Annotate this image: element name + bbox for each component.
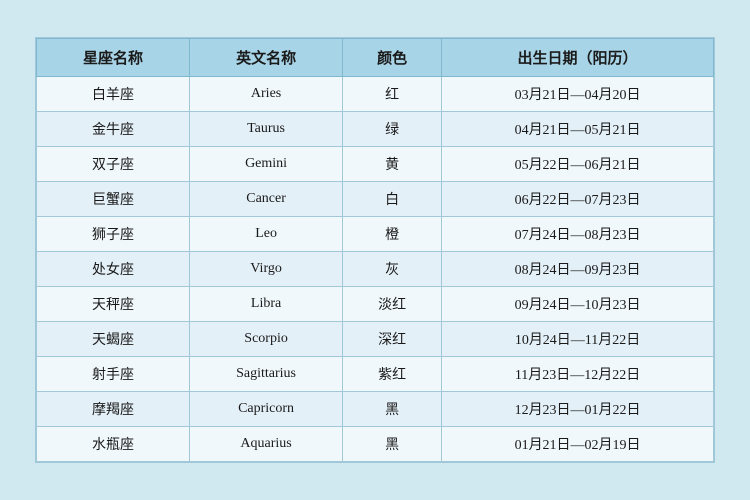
cell-english-name: Capricorn: [190, 392, 343, 427]
cell-dates: 11月23日—12月22日: [442, 357, 714, 392]
table-row: 天蝎座Scorpio深红10月24日—11月22日: [37, 322, 714, 357]
cell-english-name: Aquarius: [190, 427, 343, 462]
table-row: 巨蟹座Cancer白06月22日—07月23日: [37, 182, 714, 217]
table-row: 处女座Virgo灰08月24日—09月23日: [37, 252, 714, 287]
cell-color: 紫红: [343, 357, 442, 392]
table-row: 水瓶座Aquarius黑01月21日—02月19日: [37, 427, 714, 462]
col-header-dates: 出生日期（阳历）: [442, 39, 714, 77]
cell-chinese-name: 天秤座: [37, 287, 190, 322]
cell-chinese-name: 处女座: [37, 252, 190, 287]
cell-chinese-name: 射手座: [37, 357, 190, 392]
cell-color: 灰: [343, 252, 442, 287]
zodiac-table-container: 星座名称 英文名称 颜色 出生日期（阳历） 白羊座Aries红03月21日—04…: [35, 37, 715, 463]
cell-color: 白: [343, 182, 442, 217]
col-header-english: 英文名称: [190, 39, 343, 77]
cell-chinese-name: 巨蟹座: [37, 182, 190, 217]
cell-chinese-name: 天蝎座: [37, 322, 190, 357]
cell-dates: 03月21日—04月20日: [442, 77, 714, 112]
cell-dates: 07月24日—08月23日: [442, 217, 714, 252]
cell-color: 黑: [343, 427, 442, 462]
cell-color: 绿: [343, 112, 442, 147]
cell-chinese-name: 摩羯座: [37, 392, 190, 427]
table-row: 双子座Gemini黄05月22日—06月21日: [37, 147, 714, 182]
cell-english-name: Virgo: [190, 252, 343, 287]
cell-color: 黄: [343, 147, 442, 182]
cell-dates: 09月24日—10月23日: [442, 287, 714, 322]
col-header-color: 颜色: [343, 39, 442, 77]
cell-english-name: Aries: [190, 77, 343, 112]
table-header-row: 星座名称 英文名称 颜色 出生日期（阳历）: [37, 39, 714, 77]
cell-color: 淡红: [343, 287, 442, 322]
cell-chinese-name: 水瓶座: [37, 427, 190, 462]
table-row: 摩羯座Capricorn黑12月23日—01月22日: [37, 392, 714, 427]
cell-english-name: Taurus: [190, 112, 343, 147]
cell-chinese-name: 狮子座: [37, 217, 190, 252]
table-row: 白羊座Aries红03月21日—04月20日: [37, 77, 714, 112]
table-row: 狮子座Leo橙07月24日—08月23日: [37, 217, 714, 252]
cell-dates: 04月21日—05月21日: [442, 112, 714, 147]
table-body: 白羊座Aries红03月21日—04月20日金牛座Taurus绿04月21日—0…: [37, 77, 714, 462]
cell-english-name: Libra: [190, 287, 343, 322]
cell-english-name: Gemini: [190, 147, 343, 182]
cell-dates: 05月22日—06月21日: [442, 147, 714, 182]
cell-english-name: Sagittarius: [190, 357, 343, 392]
cell-dates: 08月24日—09月23日: [442, 252, 714, 287]
cell-color: 红: [343, 77, 442, 112]
cell-chinese-name: 金牛座: [37, 112, 190, 147]
cell-chinese-name: 白羊座: [37, 77, 190, 112]
col-header-chinese: 星座名称: [37, 39, 190, 77]
table-row: 金牛座Taurus绿04月21日—05月21日: [37, 112, 714, 147]
cell-color: 橙: [343, 217, 442, 252]
cell-dates: 12月23日—01月22日: [442, 392, 714, 427]
zodiac-table: 星座名称 英文名称 颜色 出生日期（阳历） 白羊座Aries红03月21日—04…: [36, 38, 714, 462]
cell-english-name: Cancer: [190, 182, 343, 217]
cell-color: 黑: [343, 392, 442, 427]
cell-english-name: Leo: [190, 217, 343, 252]
cell-dates: 10月24日—11月22日: [442, 322, 714, 357]
cell-dates: 06月22日—07月23日: [442, 182, 714, 217]
table-row: 天秤座Libra淡红09月24日—10月23日: [37, 287, 714, 322]
table-row: 射手座Sagittarius紫红11月23日—12月22日: [37, 357, 714, 392]
cell-dates: 01月21日—02月19日: [442, 427, 714, 462]
cell-chinese-name: 双子座: [37, 147, 190, 182]
cell-color: 深红: [343, 322, 442, 357]
cell-english-name: Scorpio: [190, 322, 343, 357]
